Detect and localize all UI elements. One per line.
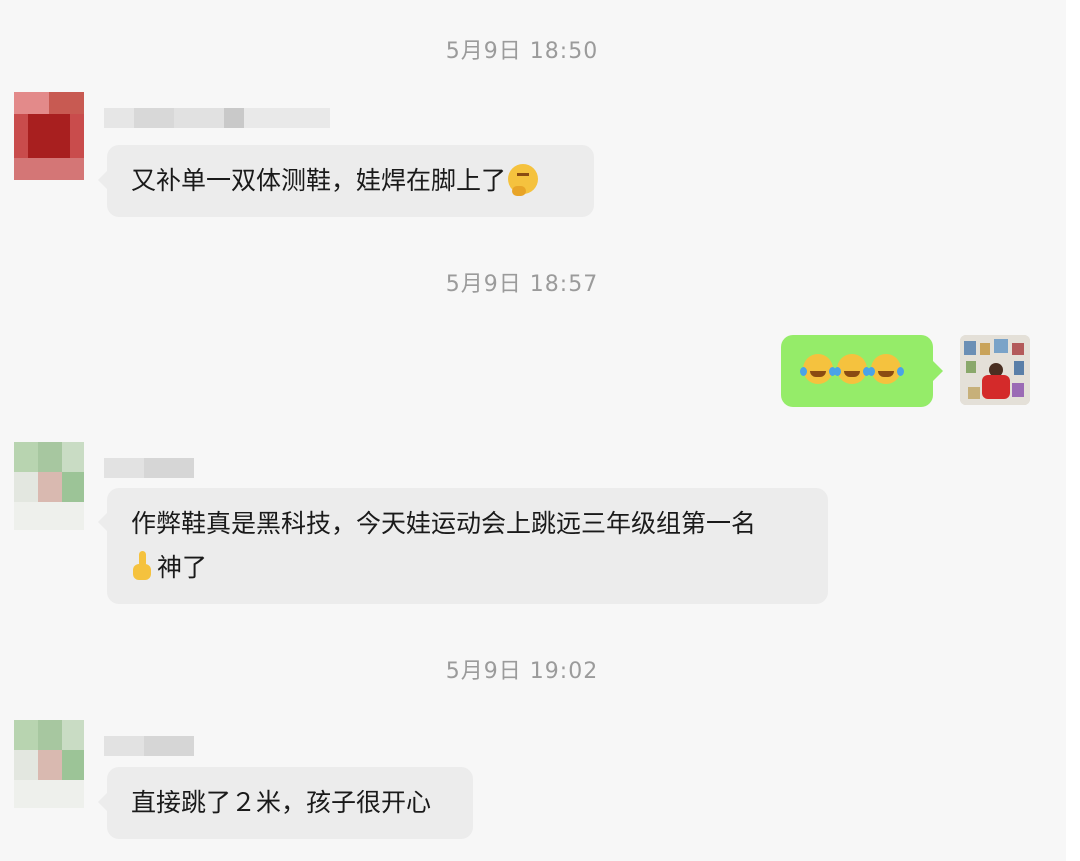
index-pointing-up-icon	[131, 551, 153, 581]
message-text-line: 神了	[157, 553, 208, 582]
self-avatar[interactable]	[960, 335, 1030, 405]
sender-name	[104, 736, 194, 756]
message-bubble[interactable]: 直接跳了２米，孩子很开心	[107, 767, 473, 839]
thinking-face-icon	[508, 164, 539, 196]
message-bubble[interactable]: 又补单一双体测鞋，娃焊在脚上了	[107, 145, 594, 217]
timestamp: 5月9日 18:57	[445, 272, 599, 297]
message-text: 直接跳了２米，孩子很开心	[131, 788, 432, 817]
message-bubble[interactable]: 作弊鞋真是黑科技，今天娃运动会上跳远三年级组第一名 神了	[107, 488, 828, 604]
bubble-tail	[933, 361, 943, 381]
sender-name	[104, 458, 194, 478]
window-edge	[1066, 0, 1080, 861]
avatar[interactable]	[14, 92, 84, 180]
timestamp: 5月9日 19:02	[445, 659, 599, 684]
avatar[interactable]	[14, 720, 84, 808]
message-bubble-outgoing[interactable]	[781, 335, 933, 407]
timestamp: 5月9日 18:50	[445, 39, 599, 64]
rolling-laughing-icon	[834, 354, 870, 384]
rolling-laughing-icon	[800, 354, 836, 384]
sender-name	[104, 108, 330, 128]
rolling-laughing-icon	[868, 354, 904, 384]
message-text-line: 作弊鞋真是黑科技，今天娃运动会上跳远三年级组第一名	[131, 509, 757, 538]
message-text: 又补单一双体测鞋，娃焊在脚上了	[131, 166, 507, 195]
avatar[interactable]	[14, 442, 84, 530]
